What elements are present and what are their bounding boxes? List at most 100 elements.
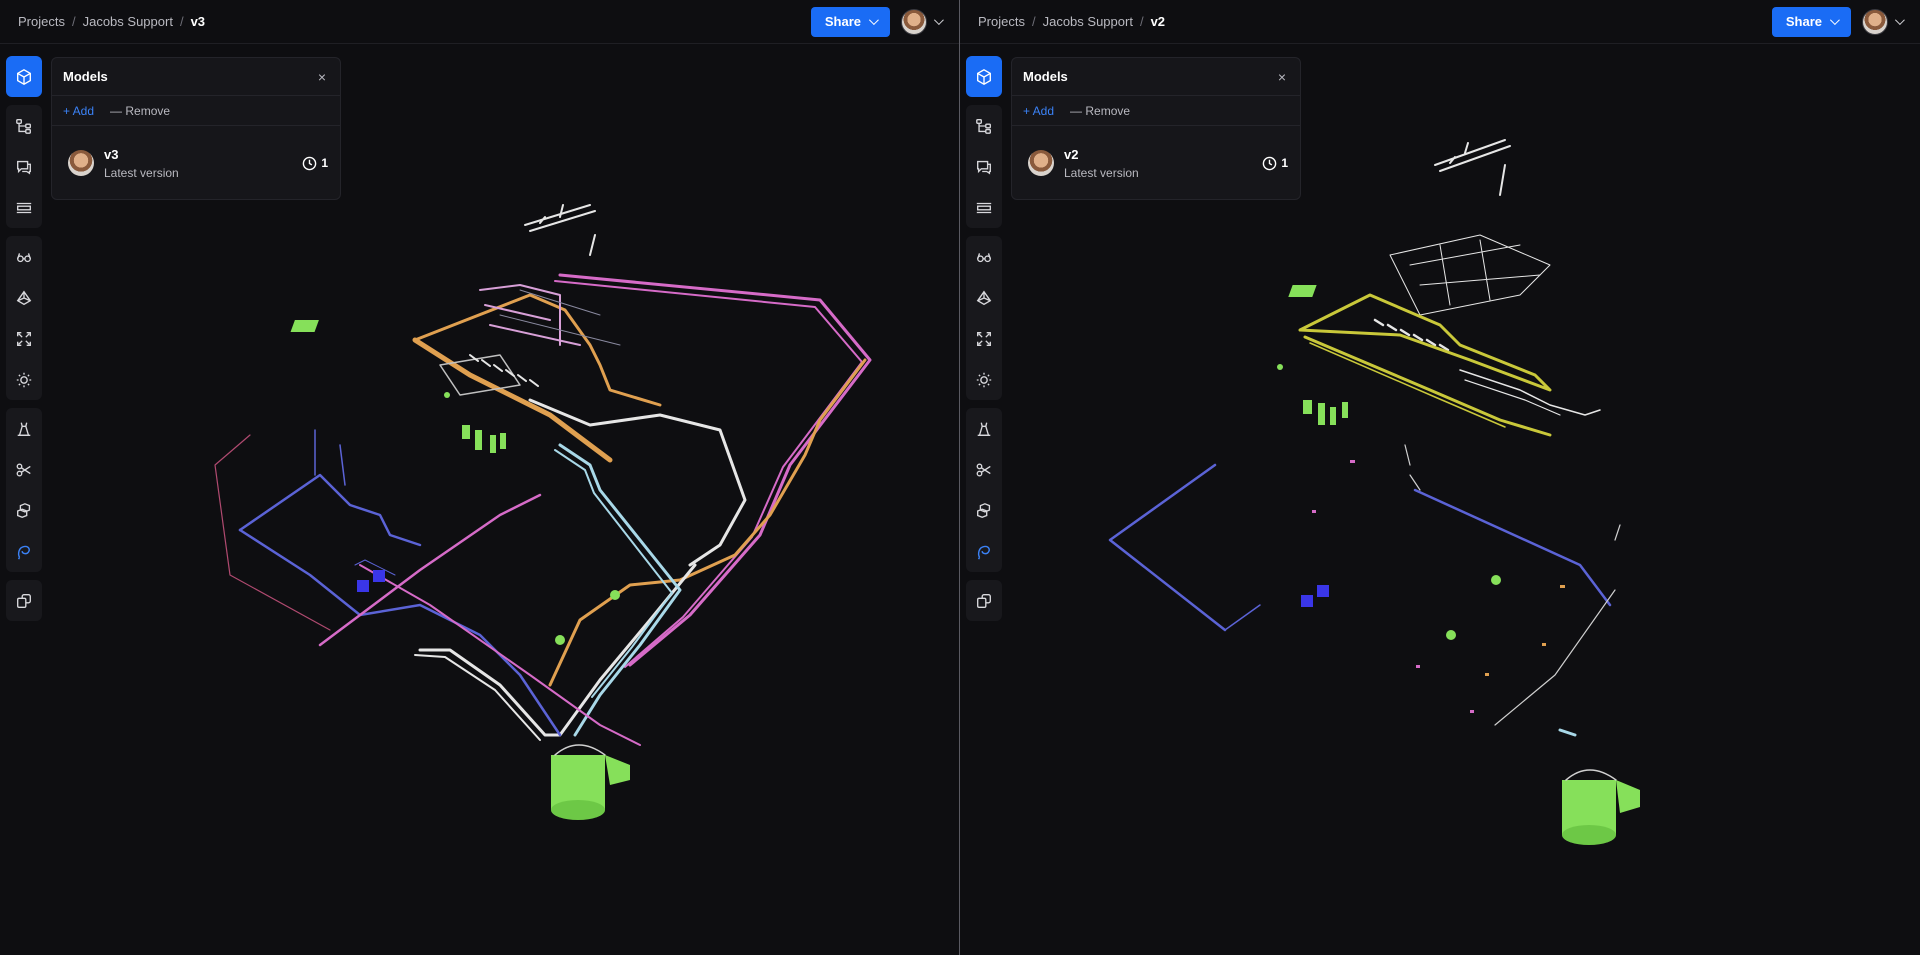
share-label: Share [824,14,861,29]
toolbar-group-tools [966,408,1002,572]
breadcrumb-project[interactable]: Jacobs Support [83,14,173,29]
isolate-button[interactable] [966,580,1002,621]
share-button[interactable]: Share [810,6,890,37]
viewer-toolbar [6,56,42,629]
toolbar-group-models [6,56,42,97]
models-panel-actions: + Add — Remove [52,96,340,126]
models-panel-header: Models × [52,58,340,96]
share-label: Share [1785,14,1822,29]
view-modes-button[interactable] [6,236,42,277]
breadcrumb-separator: / [179,14,184,29]
filters-icon [16,290,32,305]
chevron-down-icon [933,15,944,26]
comments-button[interactable] [6,146,42,187]
filters-button[interactable] [966,277,1002,318]
toolbar-group-scene [966,105,1002,228]
scene-tree-icon [976,118,991,134]
models-button[interactable] [6,56,42,97]
light-button[interactable] [966,359,1002,400]
models-panel: Models × + Add — Remove v3 Latest versio… [51,57,341,200]
cut-button[interactable] [6,449,42,490]
fit-view-icon [977,331,991,346]
model-name: v3 [104,146,119,162]
cut-icon [976,462,991,477]
app-root: Projects / Jacobs Support / v3 Share Mod… [0,0,1920,955]
measure-button[interactable] [966,408,1002,449]
breadcrumb-projects[interactable]: Projects [18,14,65,29]
viewer-pane-right: Projects / Jacobs Support / v2 Share Mod… [960,0,1920,955]
breadcrumb-project[interactable]: Jacobs Support [1043,14,1133,29]
fit-view-button[interactable] [966,318,1002,359]
scene-tree-icon [16,118,31,134]
view-modes-button[interactable] [966,236,1002,277]
sections-button[interactable] [966,187,1002,228]
toolbar-group-view [966,236,1002,400]
models-cube-icon [977,68,991,85]
user-menu[interactable] [1862,8,1905,35]
model-name: v2 [1064,146,1079,162]
lasso-button[interactable] [966,531,1002,572]
models-panel-title: Models [1023,69,1068,84]
chevron-down-icon [1894,15,1905,26]
lasso-button[interactable] [6,531,42,572]
share-button[interactable]: Share [1771,6,1851,37]
model-version-count: 1 [1281,156,1288,170]
top-bar: Projects / Jacobs Support / v2 Share [960,0,1920,44]
sections-icon [16,202,32,213]
cut-button[interactable] [966,449,1002,490]
explode-button[interactable] [6,490,42,531]
view-modes-icon [17,252,31,262]
filters-button[interactable] [6,277,42,318]
model-versions[interactable]: 1 [1262,156,1288,171]
model-list-item[interactable]: v3 Latest version 1 [52,126,340,200]
filters-icon [976,290,992,305]
viewer-toolbar [966,56,1002,629]
remove-model-button[interactable]: — Remove [1070,104,1130,118]
remove-model-button[interactable]: — Remove [110,104,170,118]
breadcrumb-projects[interactable]: Projects [978,14,1025,29]
model-info: v3 Latest version [104,147,179,180]
add-model-button[interactable]: + Add [1023,104,1054,118]
clock-icon [303,156,317,170]
comments-icon [977,160,991,175]
top-bar: Projects / Jacobs Support / v3 Share [0,0,959,44]
user-menu[interactable] [901,8,944,35]
avatar [1028,150,1054,176]
scene-tree-button[interactable] [6,105,42,146]
sections-button[interactable] [6,187,42,228]
lasso-icon [977,545,990,560]
comments-button[interactable] [966,146,1002,187]
toolbar-group-isolate [6,580,42,621]
viewer-pane-left: Projects / Jacobs Support / v3 Share Mod… [0,0,959,955]
toolbar-group-view [6,236,42,400]
isolate-button[interactable] [6,580,42,621]
models-button[interactable] [966,56,1002,97]
scene-tree-button[interactable] [966,105,1002,146]
avatar [68,150,94,176]
lasso-icon [17,545,30,560]
close-icon[interactable]: × [1275,69,1289,85]
model-subtitle: Latest version [1064,165,1139,180]
models-cube-icon [17,68,31,85]
measure-icon [17,422,31,436]
fit-view-button[interactable] [6,318,42,359]
add-model-button[interactable]: + Add [63,104,94,118]
model-info: v2 Latest version [1064,147,1139,180]
model-version-count: 1 [321,156,328,170]
isolate-icon [17,593,31,608]
model-versions[interactable]: 1 [302,156,328,171]
explode-icon [977,502,991,518]
models-panel-title: Models [63,69,108,84]
model-list-item[interactable]: v2 Latest version 1 [1012,126,1300,200]
close-icon[interactable]: × [315,69,329,85]
breadcrumb-current: v2 [1150,14,1166,29]
explode-button[interactable] [966,490,1002,531]
fit-view-icon [17,331,31,346]
measure-button[interactable] [6,408,42,449]
breadcrumb: Projects / Jacobs Support / v2 [978,14,1165,29]
breadcrumb: Projects / Jacobs Support / v3 [18,14,205,29]
toolbar-group-models [966,56,1002,97]
light-button[interactable] [6,359,42,400]
breadcrumb-current: v3 [190,14,206,29]
chevron-down-icon [868,15,879,26]
